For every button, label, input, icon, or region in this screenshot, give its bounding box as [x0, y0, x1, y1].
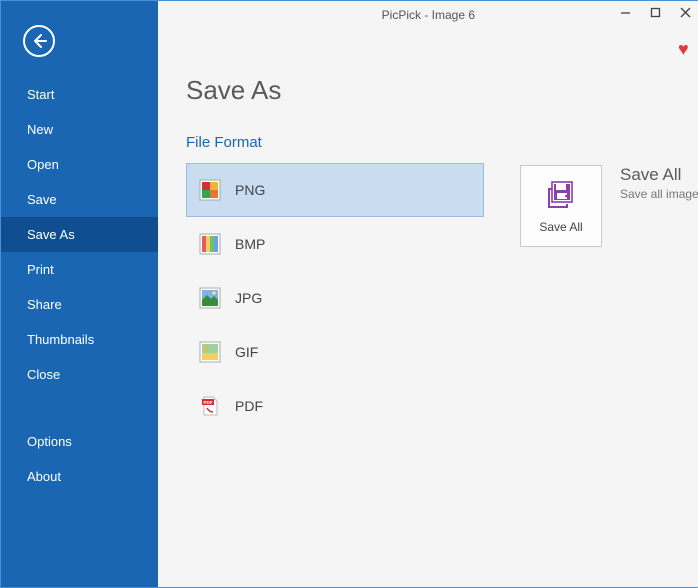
- main-area: PicPick - Image 6 ♥ Save As File Format: [158, 1, 698, 587]
- save-all-button[interactable]: Save All: [520, 165, 602, 247]
- content: Save As File Format PNG: [158, 29, 698, 433]
- sidebar-item-about[interactable]: About: [1, 459, 158, 494]
- saveall-title: Save All: [620, 165, 698, 185]
- maximize-button[interactable]: [649, 5, 663, 19]
- heart-icon: ♥: [678, 39, 689, 59]
- format-item-gif[interactable]: GIF: [186, 325, 484, 379]
- sidebar-item-label: Print: [27, 262, 54, 277]
- svg-text:PDF: PDF: [204, 400, 213, 405]
- format-label: PDF: [235, 398, 263, 414]
- sidebar-item-open[interactable]: Open: [1, 147, 158, 182]
- sidebar-item-label: Open: [27, 157, 59, 172]
- bmp-file-icon: [199, 233, 221, 255]
- format-item-jpg[interactable]: JPG: [186, 271, 484, 325]
- sidebar-item-new[interactable]: New: [1, 112, 158, 147]
- sidebar-item-label: Options: [27, 434, 72, 449]
- format-label: JPG: [235, 290, 262, 306]
- sidebar-item-close[interactable]: Close: [1, 357, 158, 392]
- sidebar-item-share[interactable]: Share: [1, 287, 158, 322]
- sidebar-item-options[interactable]: Options: [1, 424, 158, 459]
- format-label: GIF: [235, 344, 258, 360]
- sidebar-item-save-as[interactable]: Save As: [1, 217, 158, 252]
- format-item-pdf[interactable]: PDF PDF: [186, 379, 484, 433]
- sidebar-item-label: About: [27, 469, 61, 484]
- sidebar-item-label: Save As: [27, 227, 75, 242]
- favorite-button[interactable]: ♥: [678, 39, 689, 60]
- arrow-left-icon: [31, 33, 47, 49]
- format-label: BMP: [235, 236, 265, 252]
- png-file-icon: [199, 179, 221, 201]
- window-title: PicPick - Image 6: [382, 8, 475, 22]
- sidebar-item-save[interactable]: Save: [1, 182, 158, 217]
- minimize-icon: [620, 7, 631, 18]
- section-label: File Format: [186, 134, 698, 151]
- back-button[interactable]: [23, 25, 55, 57]
- page-title: Save As: [186, 75, 698, 106]
- sidebar-menu: Start New Open Save Save As Print Share …: [1, 77, 158, 494]
- app-window: Start New Open Save Save As Print Share …: [0, 0, 698, 588]
- sidebar-item-thumbnails[interactable]: Thumbnails: [1, 322, 158, 357]
- sidebar-item-start[interactable]: Start: [1, 77, 158, 112]
- close-button[interactable]: [679, 5, 693, 19]
- saveall-text: Save All Save all image: [620, 165, 698, 201]
- sidebar-item-label: Thumbnails: [27, 332, 94, 347]
- format-list: PNG BMP: [186, 163, 484, 433]
- format-item-png[interactable]: PNG: [186, 163, 484, 217]
- window-controls: [619, 5, 693, 19]
- format-label: PNG: [235, 182, 265, 198]
- save-all-icon: [544, 178, 578, 212]
- saveall-subtitle: Save all image: [620, 187, 698, 201]
- sidebar-item-print[interactable]: Print: [1, 252, 158, 287]
- pdf-file-icon: PDF: [199, 395, 221, 417]
- save-all-button-label: Save All: [539, 220, 582, 234]
- maximize-icon: [650, 7, 661, 18]
- jpg-file-icon: [199, 287, 221, 309]
- columns: PNG BMP: [186, 163, 698, 433]
- sidebar: Start New Open Save Save As Print Share …: [1, 1, 158, 587]
- titlebar: PicPick - Image 6: [158, 1, 698, 29]
- sidebar-item-label: Close: [27, 367, 60, 382]
- format-item-bmp[interactable]: BMP: [186, 217, 484, 271]
- minimize-button[interactable]: [619, 5, 633, 19]
- sidebar-item-label: Start: [27, 87, 54, 102]
- sidebar-item-label: Save: [27, 192, 57, 207]
- close-icon: [680, 7, 691, 18]
- sidebar-item-label: Share: [27, 297, 62, 312]
- gif-file-icon: [199, 341, 221, 363]
- sidebar-item-label: New: [27, 122, 53, 137]
- saveall-section: Save All Save All Save all image: [520, 163, 698, 433]
